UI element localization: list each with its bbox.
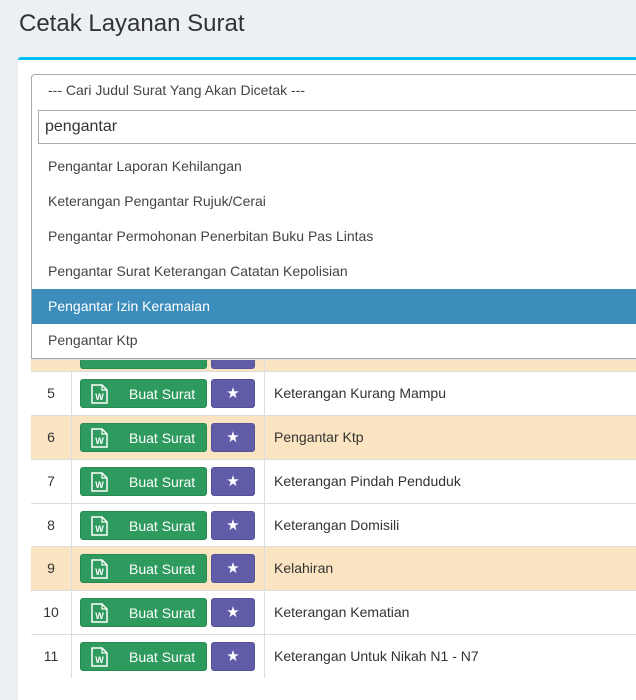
make-letter-button[interactable]: W Buat Surat (80, 467, 207, 496)
letter-title: Keterangan Pindah Penduduk (274, 473, 461, 489)
favorite-button[interactable]: ★ (211, 554, 255, 583)
make-letter-button[interactable]: W Buat Surat (80, 642, 207, 671)
star-icon: ★ (226, 648, 240, 665)
letter-title: Keterangan Domisili (274, 517, 400, 533)
svg-text:W: W (95, 524, 104, 534)
favorite-button[interactable]: ★ (211, 511, 255, 540)
make-letter-button[interactable]: W Buat Surat (80, 423, 207, 452)
make-letter-button[interactable]: W Buat Surat (80, 598, 207, 627)
dropdown-option[interactable]: Pengantar Laporan Kehilangan (32, 149, 636, 184)
word-doc-icon: W (91, 647, 108, 667)
letter-title: Keterangan Untuk Nikah N1 - N7 (274, 648, 479, 664)
make-letter-label: Buat Surat (129, 649, 196, 665)
row-number: 9 (31, 547, 72, 590)
favorite-button[interactable]: ★ (211, 642, 255, 671)
table-row: 9 W Buat Surat ★ Kelahiran (31, 546, 636, 590)
row-number: 6 (31, 416, 72, 459)
make-letter-label: Buat Surat (129, 561, 196, 577)
dropdown-option[interactable]: Pengantar Ktp (32, 323, 636, 358)
make-letter-label: Buat Surat (129, 430, 196, 446)
make-letter-button[interactable]: W Buat Surat (80, 554, 207, 583)
make-letter-label: Buat Surat (129, 386, 196, 402)
star-icon: ★ (226, 604, 240, 621)
dropdown-option[interactable]: Keterangan Pengantar Rujuk/Cerai (32, 184, 636, 219)
svg-text:W: W (95, 480, 104, 490)
make-letter-label: Buat Surat (129, 474, 196, 490)
make-letter-button[interactable]: W Buat Surat (80, 511, 207, 540)
table-row: 6 W Buat Surat ★ Pengantar Ktp (31, 415, 636, 459)
row-number: 10 (31, 591, 72, 634)
letter-title: Keterangan Kematian (274, 604, 410, 620)
star-icon: ★ (226, 385, 240, 402)
star-icon: ★ (226, 517, 240, 534)
make-letter-label: Buat Surat (129, 518, 196, 534)
row-number: 8 (31, 504, 72, 547)
select-dropdown: Pengantar Laporan Kehilangan Keterangan … (31, 103, 636, 359)
star-icon: ★ (226, 473, 240, 490)
word-doc-icon: W (91, 559, 108, 579)
favorite-button[interactable]: ★ (211, 467, 255, 496)
row-number: 7 (31, 460, 72, 503)
svg-text:W: W (95, 436, 104, 446)
dropdown-option[interactable]: Pengantar Surat Keterangan Catatan Kepol… (32, 254, 636, 289)
search-input[interactable] (38, 110, 636, 144)
letter-select[interactable]: --- Cari Judul Surat Yang Akan Dicetak -… (31, 74, 636, 104)
letter-title: Keterangan Kurang Mampu (274, 385, 446, 401)
row-number: 11 (31, 635, 72, 678)
favorite-button[interactable]: ★ (211, 598, 255, 627)
favorite-button[interactable]: ★ (211, 423, 255, 452)
word-doc-icon: W (91, 384, 108, 404)
table-row: 10 W Buat Surat ★ Keterangan Kematian (31, 590, 636, 634)
star-icon: ★ (226, 560, 240, 577)
dropdown-option-highlighted[interactable]: Pengantar Izin Keramaian (32, 289, 636, 324)
make-letter-label: Buat Surat (129, 605, 196, 621)
svg-text:W: W (95, 611, 104, 621)
word-doc-icon: W (91, 472, 108, 492)
letter-title: Kelahiran (274, 560, 334, 576)
favorite-button[interactable]: ★ (211, 379, 255, 408)
row-number: 5 (31, 372, 72, 415)
make-letter-button[interactable] (80, 360, 207, 369)
table-row: 5 W Buat Surat ★ Keterangan Kurang Mampu (31, 371, 636, 415)
dropdown-option[interactable]: Pengantar Permohonan Penerbitan Buku Pas… (32, 219, 636, 254)
word-doc-icon: W (91, 603, 108, 623)
table-row: 8 W Buat Surat ★ Keterangan Domisili (31, 503, 636, 547)
select-placeholder: --- Cari Judul Surat Yang Akan Dicetak -… (48, 82, 306, 98)
word-doc-icon: W (91, 428, 108, 448)
table-row: 7 W Buat Surat ★ Keterangan Pindah Pendu… (31, 459, 636, 503)
letter-title: Pengantar Ktp (274, 429, 364, 445)
table-row (31, 359, 636, 371)
svg-text:W: W (95, 567, 104, 577)
svg-text:W: W (95, 392, 104, 402)
word-doc-icon: W (91, 516, 108, 536)
page-title: Cetak Layanan Surat (19, 10, 245, 37)
star-icon: ★ (226, 429, 240, 446)
table-row: 11 W Buat Surat ★ Keterangan Untuk Nikah… (31, 634, 636, 678)
favorite-button[interactable] (211, 360, 255, 369)
make-letter-button[interactable]: W Buat Surat (80, 379, 207, 408)
